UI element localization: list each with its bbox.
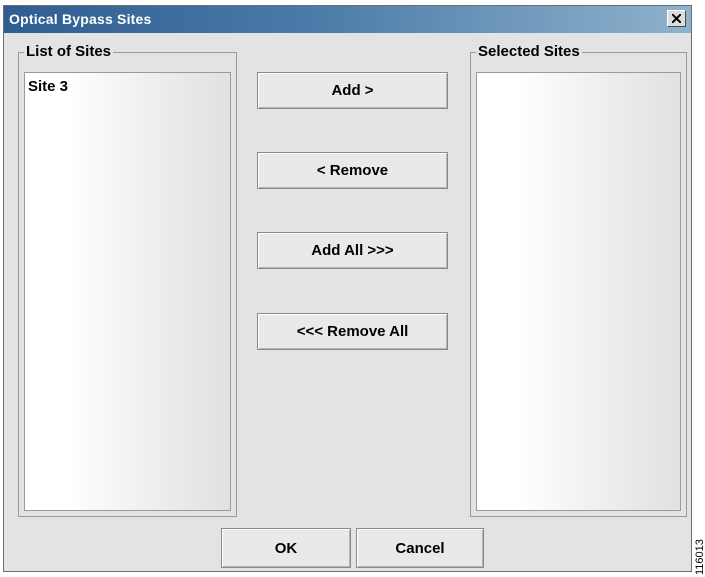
close-icon xyxy=(672,14,681,23)
close-button[interactable] xyxy=(667,10,686,27)
add-all-button[interactable]: Add All >>> xyxy=(257,232,448,269)
list-item-site[interactable]: Site 3 xyxy=(28,78,68,95)
list-of-sites-group: List of Sites Site 3 xyxy=(18,44,237,517)
title-bar[interactable]: Optical Bypass Sites xyxy=(4,6,691,33)
remove-all-button[interactable]: <<< Remove All xyxy=(257,313,448,350)
figure-id-label: 116013 xyxy=(694,539,705,575)
dialog-title: Optical Bypass Sites xyxy=(9,11,152,27)
selected-sites-group: Selected Sites xyxy=(470,44,687,517)
cancel-button[interactable]: Cancel xyxy=(356,528,484,568)
add-button[interactable]: Add > xyxy=(257,72,448,109)
remove-button[interactable]: < Remove xyxy=(257,152,448,189)
list-of-sites-list[interactable]: Site 3 xyxy=(24,72,231,511)
selected-sites-list[interactable] xyxy=(476,72,681,511)
list-of-sites-label: List of Sites xyxy=(24,43,114,60)
selected-sites-label: Selected Sites xyxy=(476,43,582,60)
dialog-window: Optical Bypass Sites List of Sites Site … xyxy=(3,5,692,572)
ok-button[interactable]: OK xyxy=(221,528,351,568)
